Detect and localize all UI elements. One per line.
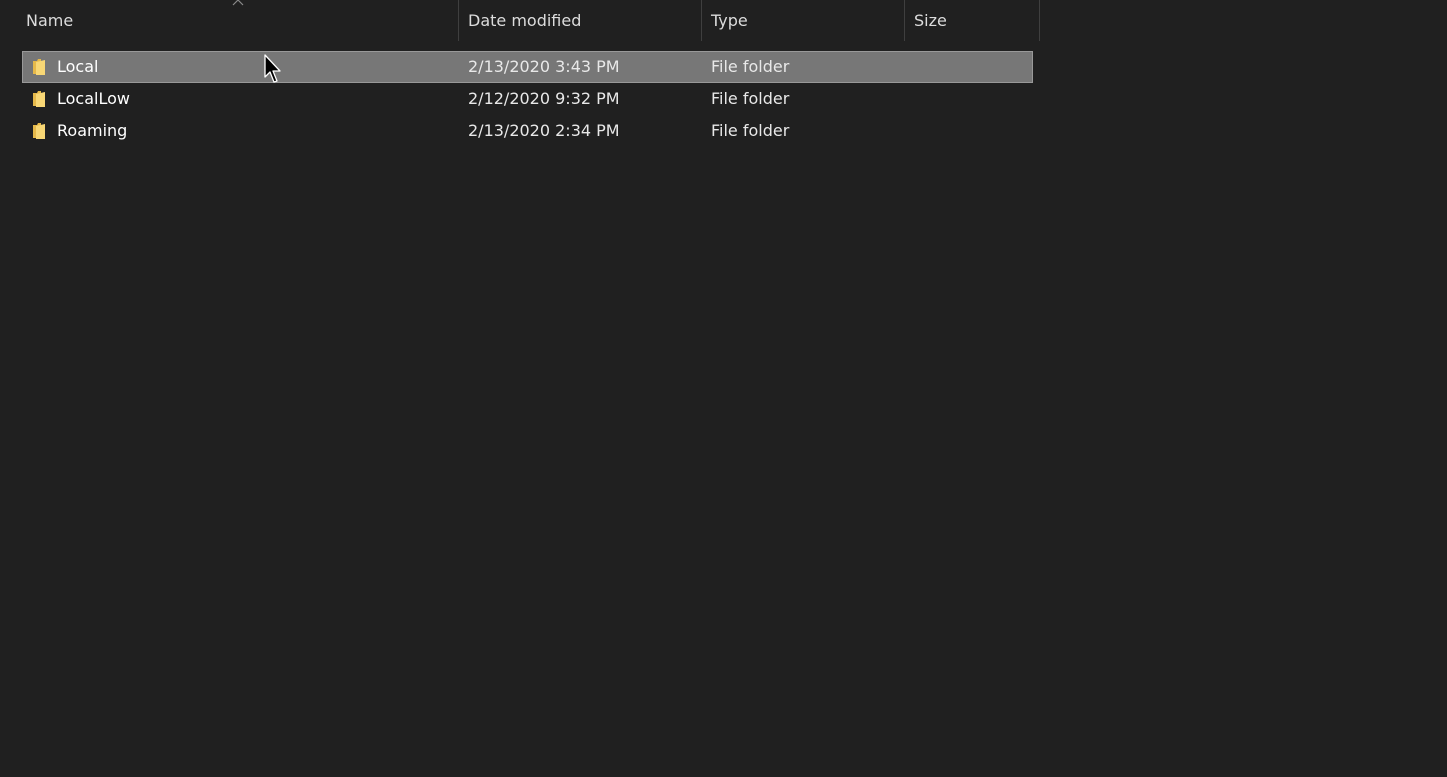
file-name: Local <box>57 57 99 76</box>
file-date-modified: 2/13/2020 3:43 PM <box>468 57 620 76</box>
file-type: File folder <box>711 57 790 76</box>
file-list-view: Name Date modified Type Size Local 2/13/… <box>0 0 1447 777</box>
file-type: File folder <box>711 89 790 108</box>
file-type: File folder <box>711 121 790 140</box>
file-row-locallow[interactable]: LocalLow 2/12/2020 9:32 PM File folder <box>22 83 1033 115</box>
file-name: LocalLow <box>57 89 130 108</box>
column-header-bar: Name Date modified Type Size <box>0 0 1040 42</box>
column-header-size[interactable]: Size <box>905 0 1039 41</box>
sort-ascending-icon <box>232 0 244 6</box>
file-rows: Local 2/13/2020 3:43 PM File folder Loca… <box>22 51 1034 147</box>
column-header-date-modified-label: Date modified <box>468 11 582 30</box>
column-header-name-label: Name <box>26 11 74 30</box>
column-divider[interactable] <box>1039 0 1040 41</box>
column-header-type[interactable]: Type <box>702 0 904 41</box>
column-header-type-label: Type <box>711 11 748 30</box>
file-date-modified: 2/13/2020 2:34 PM <box>468 121 620 140</box>
folder-icon <box>33 59 45 75</box>
file-name: Roaming <box>57 121 128 140</box>
folder-icon <box>33 123 45 139</box>
column-header-date-modified[interactable]: Date modified <box>459 0 701 41</box>
file-date-modified: 2/12/2020 9:32 PM <box>468 89 620 108</box>
column-header-size-label: Size <box>914 11 947 30</box>
folder-icon <box>33 91 45 107</box>
file-row-roaming[interactable]: Roaming 2/13/2020 2:34 PM File folder <box>22 115 1033 147</box>
file-row-local[interactable]: Local 2/13/2020 3:43 PM File folder <box>22 51 1033 83</box>
